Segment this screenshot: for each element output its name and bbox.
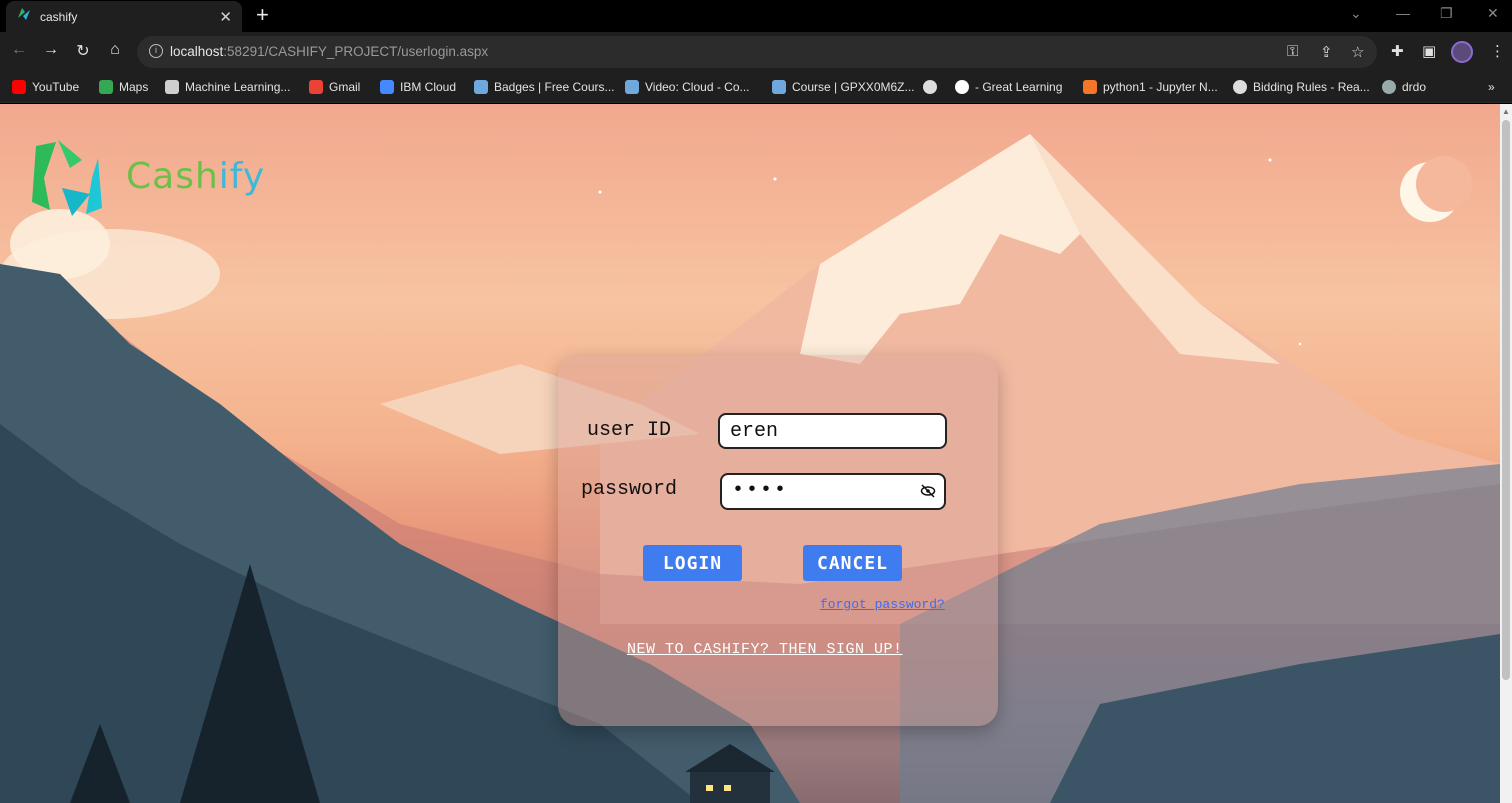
course-icon: [772, 80, 786, 94]
bookmark-label: Bidding Rules - Rea...: [1253, 80, 1370, 94]
bookmark-item[interactable]: Gmail: [309, 80, 360, 94]
forward-icon[interactable]: →: [40, 41, 62, 59]
bookmark-item[interactable]: drdo: [1382, 80, 1426, 94]
password-input[interactable]: ••••: [720, 473, 946, 510]
tab-search-icon[interactable]: ⌄: [1350, 5, 1362, 22]
forgot-password-link[interactable]: forgot password?: [820, 597, 945, 612]
menu-icon[interactable]: ⋮: [1490, 42, 1505, 60]
bookmark-item[interactable]: Bidding Rules - Rea...: [1233, 80, 1370, 94]
scroll-thumb[interactable]: [1502, 120, 1510, 680]
bookmark-item[interactable]: YouTube: [12, 80, 79, 94]
avatar[interactable]: [1451, 41, 1473, 63]
tab-title: cashify: [40, 9, 78, 24]
bookmark-label: Video: Cloud - Co...: [645, 80, 750, 94]
close-tab-icon[interactable]: ✕: [219, 8, 232, 26]
maps-icon: [99, 80, 113, 94]
page-scrollbar[interactable]: ▲: [1500, 104, 1512, 803]
bookmark-label: Machine Learning...: [185, 80, 291, 94]
bookmark-label: drdo: [1402, 80, 1427, 94]
bookmark-label: python1 - Jupyter N...: [1103, 80, 1218, 94]
cashify-favicon-icon: [16, 6, 32, 27]
drdo-icon: [1382, 80, 1396, 94]
ibm-cloud-icon: [380, 80, 394, 94]
bookmark-star-icon[interactable]: ☆: [1351, 43, 1364, 61]
bookmark-label: Course | GPXX0M6Z...: [792, 80, 915, 94]
cancel-button[interactable]: CANCEL: [803, 545, 902, 581]
browser-toolbar: ← → ↻ ⌂ i localhost:58291/CASHIFY_PROJEC…: [0, 32, 1512, 72]
bookmarks-bar: YouTube Maps Machine Learning... Gmail IBM C…: [0, 72, 1512, 103]
google-icon: [955, 80, 969, 94]
extensions-icon[interactable]: ✚: [1391, 42, 1404, 60]
restore-icon[interactable]: ❐: [1440, 5, 1453, 22]
login-card: user ID password •••• LOGIN CANCEL forgo…: [558, 355, 998, 726]
side-panel-icon[interactable]: ▣: [1422, 42, 1436, 60]
bookmark-item[interactable]: Video: Cloud - Co...: [625, 80, 750, 94]
cashify-logo-icon: [28, 138, 106, 223]
globe-icon: [923, 80, 937, 94]
bookmark-item[interactable]: python1 - Jupyter N...: [1083, 80, 1218, 94]
bookmark-label: IBM Cloud: [400, 80, 457, 94]
video-icon: [625, 80, 639, 94]
site-info-icon[interactable]: i: [149, 44, 163, 58]
password-label: password: [581, 478, 678, 501]
bookmark-item[interactable]: Course | GPXX0M6Z...: [772, 80, 915, 94]
bookmark-label: Gmail: [329, 80, 361, 94]
home-icon[interactable]: ⌂: [104, 41, 126, 59]
address-bar[interactable]: i localhost:58291/CASHIFY_PROJECT/userlo…: [137, 36, 1377, 68]
signup-link[interactable]: NEW TO CASHIFY? THEN SIGN UP!: [627, 641, 903, 658]
bookmark-label: Maps: [119, 80, 149, 94]
url-text[interactable]: localhost:58291/CASHIFY_PROJECT/userlogi…: [170, 44, 488, 59]
bookmark-label: YouTube: [32, 80, 80, 94]
bookmark-item[interactable]: Machine Learning...: [165, 80, 290, 94]
bookmark-item[interactable]: Maps: [99, 80, 148, 94]
login-button[interactable]: LOGIN: [643, 545, 742, 581]
badge-icon: [474, 80, 488, 94]
hide-password-icon[interactable]: [920, 483, 936, 503]
gmail-icon: [309, 80, 323, 94]
bookmark-item[interactable]: Badges | Free Cours...: [474, 80, 615, 94]
more-bookmarks-icon[interactable]: »: [1488, 80, 1495, 94]
brand-name: Cashify: [126, 156, 266, 197]
userid-input[interactable]: [718, 413, 947, 449]
back-icon[interactable]: ←: [8, 41, 30, 59]
window-close-icon[interactable]: ✕: [1487, 5, 1499, 22]
globe-icon: [1233, 80, 1247, 94]
minimize-icon[interactable]: —: [1396, 5, 1410, 21]
youtube-icon: [12, 80, 26, 94]
bookmark-label: Badges | Free Cours...: [494, 80, 615, 94]
jupyter-icon: [1083, 80, 1097, 94]
login-page: Cashify user ID password •••• LOGIN CANC…: [0, 104, 1500, 803]
bookmark-item[interactable]: [923, 80, 943, 94]
browser-tab[interactable]: cashify ✕: [6, 1, 242, 32]
share-icon[interactable]: ⇪: [1320, 43, 1333, 61]
key-icon[interactable]: ⚿: [1287, 43, 1298, 60]
bookmark-label: - Great Learning: [975, 80, 1063, 94]
bookmark-item[interactable]: - Great Learning: [955, 80, 1062, 94]
bookmark-item[interactable]: IBM Cloud: [380, 80, 456, 94]
scroll-up-icon[interactable]: ▲: [1502, 107, 1510, 116]
ml-icon: [165, 80, 179, 94]
new-tab-icon[interactable]: +: [256, 4, 269, 26]
userid-label: user ID: [587, 419, 672, 442]
reload-icon[interactable]: ↻: [72, 41, 94, 61]
tab-strip: cashify ✕ + ⌄ — ❐ ✕: [0, 0, 1512, 32]
